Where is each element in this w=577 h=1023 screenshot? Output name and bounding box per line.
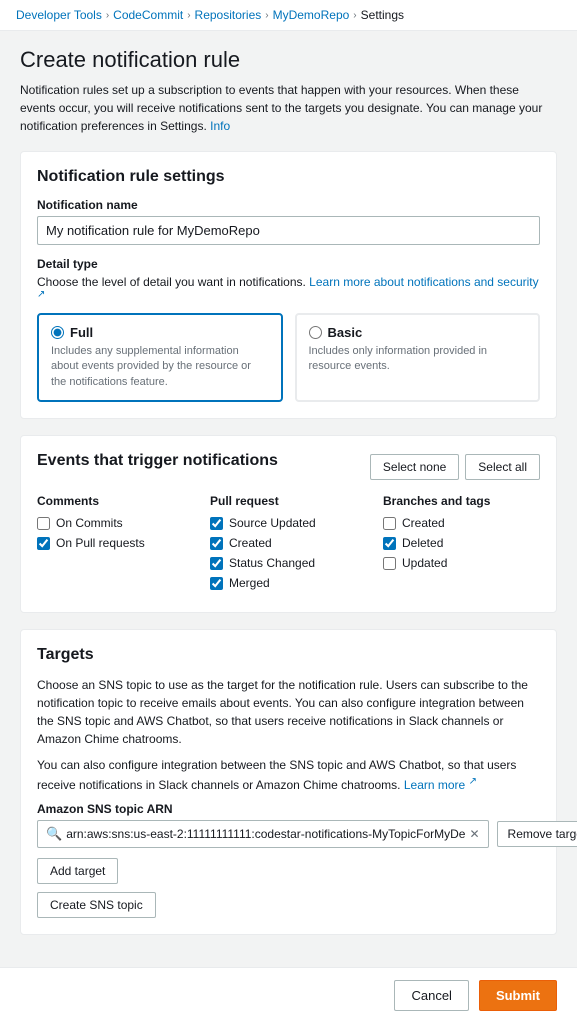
branch-updated-label: Updated [402, 556, 447, 570]
detail-basic-label: Basic [328, 325, 363, 340]
checkbox-pr-created[interactable] [210, 537, 223, 550]
targets-desc2: You can also configure integration betwe… [37, 756, 540, 794]
source-updated-label: Source Updated [229, 516, 316, 530]
notification-settings-title: Notification rule settings [37, 168, 540, 186]
event-branch-created: Created [383, 516, 540, 530]
checkbox-branch-deleted[interactable] [383, 537, 396, 550]
targets-card: Targets Choose an SNS topic to use as th… [20, 629, 557, 935]
event-status-changed: Status Changed [210, 556, 367, 570]
external-link-icon-2: ↗ [469, 776, 477, 787]
breadcrumb-mydemorepo[interactable]: MyDemoRepo [273, 8, 350, 22]
chevron-icon-2: › [187, 10, 190, 21]
events-header: Events that trigger notifications Select… [37, 452, 540, 482]
detail-full-desc: Includes any supplemental information ab… [51, 344, 269, 390]
checkbox-source-updated[interactable] [210, 517, 223, 530]
checkbox-branch-created[interactable] [383, 517, 396, 530]
events-columns: Comments On Commits On Pull requests Pul… [37, 494, 540, 596]
clear-sns-icon[interactable]: ✕ [469, 827, 479, 841]
breadcrumb-settings: Settings [361, 8, 404, 22]
page-title: Create notification rule [20, 47, 557, 73]
on-commits-label: On Commits [56, 516, 123, 530]
chevron-icon-3: › [265, 10, 268, 21]
footer-bar: Cancel Submit [0, 967, 577, 1023]
on-pull-requests-label: On Pull requests [56, 536, 145, 550]
branch-deleted-label: Deleted [402, 536, 443, 550]
create-sns-button[interactable]: Create SNS topic [37, 892, 156, 918]
notification-name-input[interactable] [37, 216, 540, 245]
targets-title: Targets [37, 646, 540, 664]
sns-label: Amazon SNS topic ARN [37, 802, 540, 816]
branches-col-title: Branches and tags [383, 494, 540, 508]
notification-name-label: Notification name [37, 198, 540, 212]
page-description: Notification rules set up a subscription… [20, 81, 557, 135]
remove-target-button[interactable]: Remove target [497, 821, 577, 847]
event-pr-created: Created [210, 536, 367, 550]
events-col-comments: Comments On Commits On Pull requests [37, 494, 194, 596]
detail-full-label: Full [70, 325, 93, 340]
event-branch-deleted: Deleted [383, 536, 540, 550]
submit-button[interactable]: Submit [479, 980, 557, 1011]
sns-input-text: arn:aws:sns:us-east-2:11111111111:codest… [66, 827, 465, 841]
breadcrumb-codecommit[interactable]: CodeCommit [113, 8, 183, 22]
breadcrumb: Developer Tools › CodeCommit › Repositor… [0, 0, 577, 31]
checkbox-branch-updated[interactable] [383, 557, 396, 570]
merged-label: Merged [229, 576, 270, 590]
chevron-icon-1: › [106, 10, 109, 21]
status-changed-label: Status Changed [229, 556, 315, 570]
detail-type-label: Detail type [37, 257, 540, 271]
comments-col-title: Comments [37, 494, 194, 508]
sns-input-wrapper: 🔍 arn:aws:sns:us-east-2:11111111111:code… [37, 820, 489, 848]
detail-type-sublabel: Choose the level of detail you want in n… [37, 275, 540, 305]
cancel-button[interactable]: Cancel [394, 980, 468, 1011]
external-link-icon: ↗ [37, 289, 45, 300]
pr-created-label: Created [229, 536, 272, 550]
events-title: Events that trigger notifications [37, 452, 278, 470]
detail-radio-basic[interactable] [309, 326, 322, 339]
learn-more-link[interactable]: Learn more ↗ [404, 778, 477, 792]
checkbox-on-commits[interactable] [37, 517, 50, 530]
event-on-pull-requests: On Pull requests [37, 536, 194, 550]
detail-option-basic[interactable]: Basic Includes only information provided… [295, 313, 541, 402]
targets-desc1: Choose an SNS topic to use as the target… [37, 676, 540, 748]
event-branch-updated: Updated [383, 556, 540, 570]
checkbox-on-pull-requests[interactable] [37, 537, 50, 550]
detail-radio-full[interactable] [51, 326, 64, 339]
add-target-button[interactable]: Add target [37, 858, 118, 884]
breadcrumb-developer-tools[interactable]: Developer Tools [16, 8, 102, 22]
event-source-updated: Source Updated [210, 516, 367, 530]
select-none-button[interactable]: Select none [370, 454, 459, 480]
events-col-branches: Branches and tags Created Deleted Update… [383, 494, 540, 596]
branch-created-label: Created [402, 516, 445, 530]
info-link[interactable]: Info [210, 119, 230, 133]
chevron-icon-4: › [353, 10, 356, 21]
event-on-commits: On Commits [37, 516, 194, 530]
events-col-pull-request: Pull request Source Updated Created Stat… [210, 494, 367, 596]
detail-type-options: Full Includes any supplemental informati… [37, 313, 540, 402]
checkbox-status-changed[interactable] [210, 557, 223, 570]
detail-basic-desc: Includes only information provided in re… [309, 344, 527, 375]
sns-input-row: 🔍 arn:aws:sns:us-east-2:11111111111:code… [37, 820, 540, 848]
event-merged: Merged [210, 576, 367, 590]
pull-request-col-title: Pull request [210, 494, 367, 508]
notification-settings-card: Notification rule settings Notification … [20, 151, 557, 419]
search-icon: 🔍 [46, 826, 62, 842]
detail-option-full[interactable]: Full Includes any supplemental informati… [37, 313, 283, 402]
select-all-button[interactable]: Select all [465, 454, 540, 480]
breadcrumb-repositories[interactable]: Repositories [195, 8, 262, 22]
events-card: Events that trigger notifications Select… [20, 435, 557, 613]
checkbox-merged[interactable] [210, 577, 223, 590]
